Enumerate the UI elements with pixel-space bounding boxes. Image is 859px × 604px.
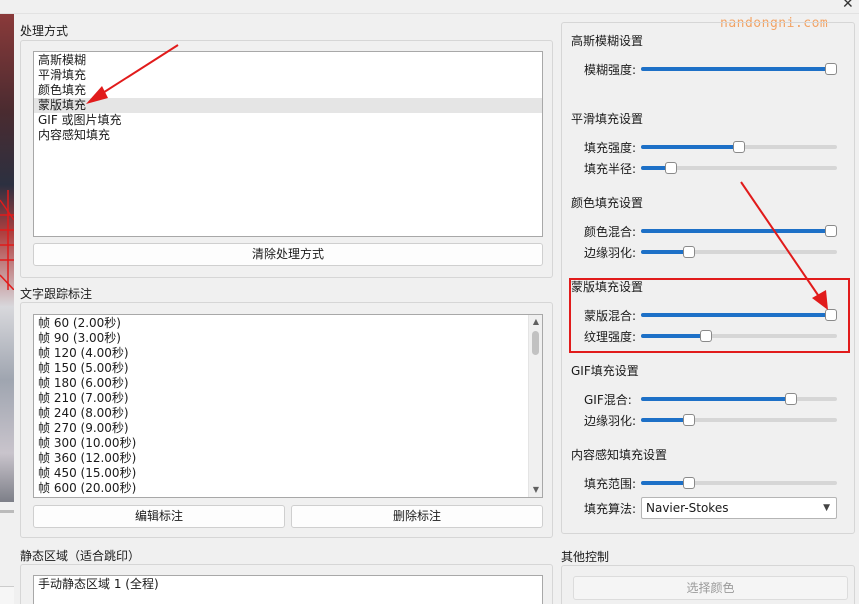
annotation-arrows <box>86 44 828 310</box>
